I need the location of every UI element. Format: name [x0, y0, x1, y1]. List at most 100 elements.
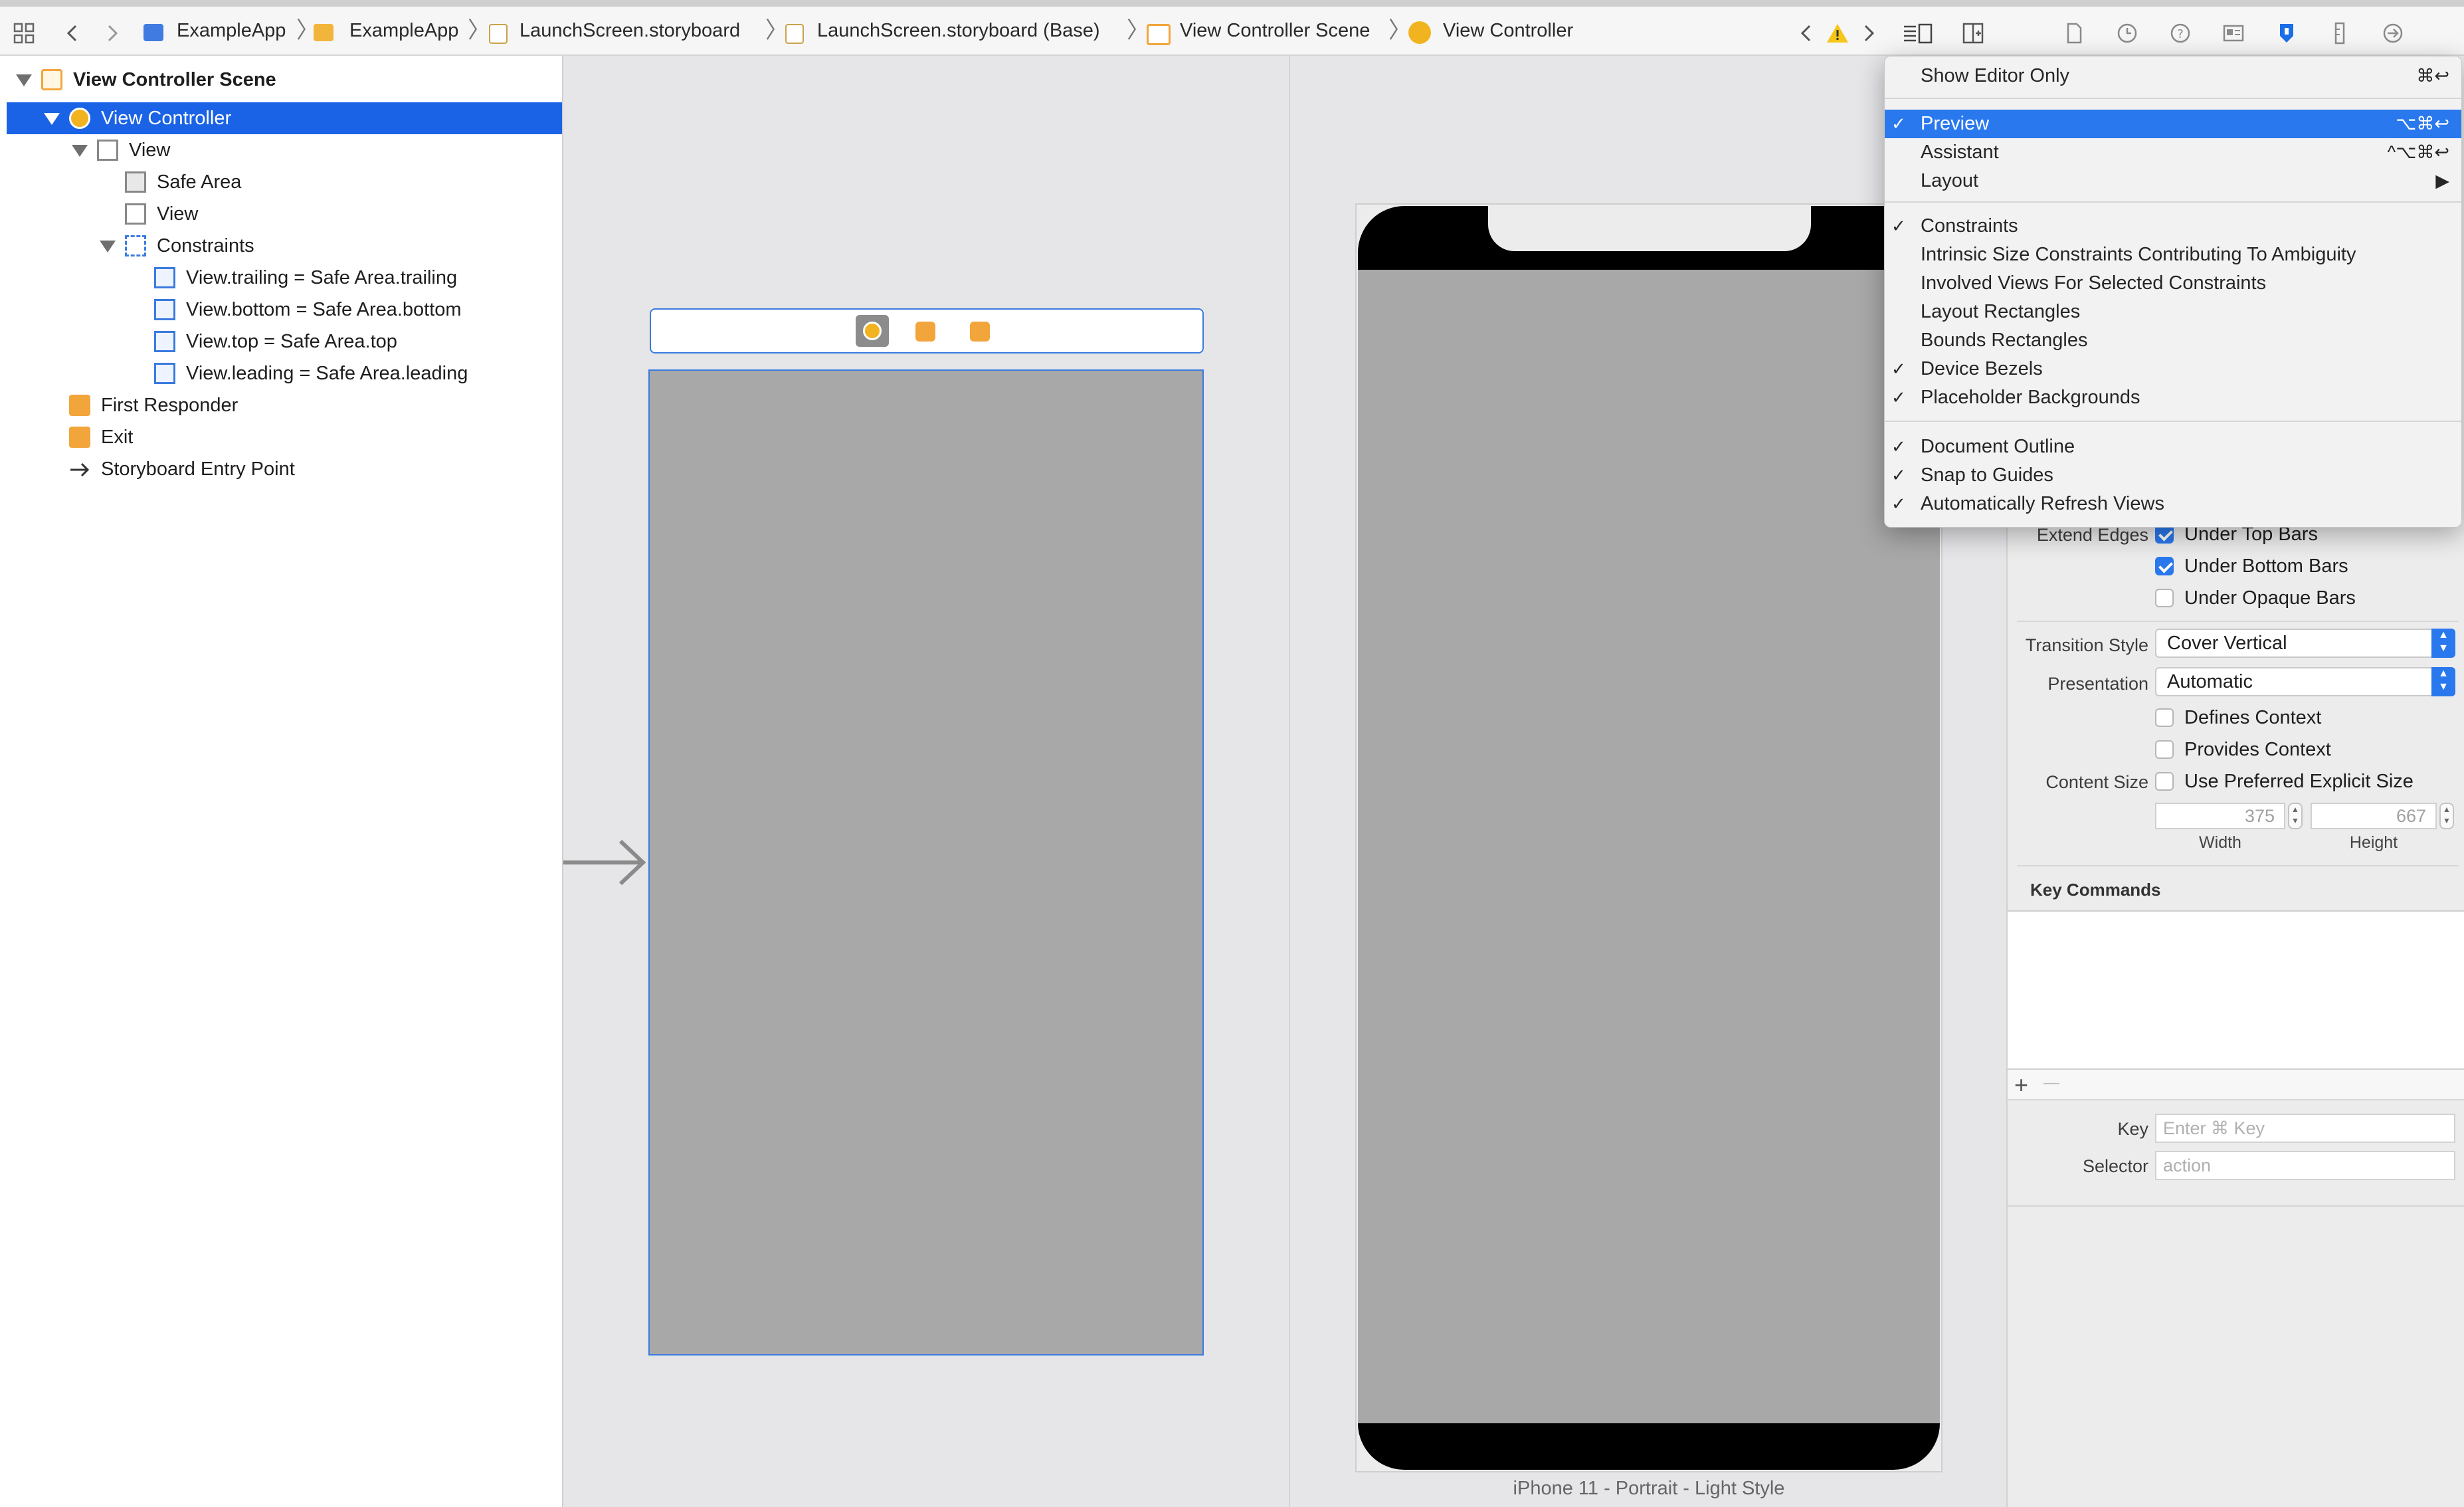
defines-context-checkbox[interactable]	[2155, 708, 2174, 727]
editor-options-icon[interactable]	[1901, 21, 1935, 45]
view-icon	[97, 140, 118, 161]
outline-item-entry-point[interactable]: Storyboard Entry Point	[7, 453, 562, 485]
disclosure-triangle-icon[interactable]	[72, 145, 88, 157]
presentation-popup[interactable]: Automatic ▲ ▼	[2155, 667, 2455, 696]
disclosure-triangle-icon[interactable]	[44, 113, 60, 125]
provides-context-label: Provides Context	[2184, 739, 2331, 760]
selector-input[interactable]: action	[2155, 1151, 2455, 1180]
menu-item-involved-views[interactable]: Involved Views For Selected Constraints	[1885, 269, 2461, 298]
storyboard-entry-arrow[interactable]	[563, 836, 651, 889]
outline-item-constraints[interactable]: Constraints	[7, 230, 562, 262]
next-issue-chevron-icon[interactable]	[1856, 21, 1880, 45]
menu-item-document-outline[interactable]: ✓ Document Outline	[1885, 433, 2461, 461]
previous-issue-chevron-icon[interactable]	[1795, 21, 1819, 45]
outline-item-subview[interactable]: View	[7, 198, 562, 230]
outline-item-label: View.top = Safe Area.top	[186, 331, 397, 352]
disclosure-triangle-icon[interactable]	[16, 74, 32, 86]
add-key-command-button[interactable]: +	[2014, 1071, 2028, 1099]
transition-style-popup[interactable]: Cover Vertical ▲ ▼	[2155, 629, 2455, 658]
height-stepper[interactable]: ▲ ▼	[2439, 803, 2454, 829]
first-responder-icon[interactable]	[915, 322, 935, 342]
key-commands-table[interactable]	[2008, 910, 2464, 1070]
breadcrumb-storyboard-base[interactable]: LaunchScreen.storyboard (Base)	[817, 7, 1100, 54]
attributes-inspector-icon[interactable]	[2275, 21, 2299, 45]
outline-item-constraint-bottom[interactable]: View.bottom = Safe Area.bottom	[7, 294, 562, 326]
menu-item-label: Intrinsic Size Constraints Contributing …	[1921, 244, 2356, 265]
connections-inspector-icon[interactable]	[2381, 21, 2405, 45]
add-editor-icon[interactable]	[1961, 21, 1985, 45]
under-top-bars-checkbox[interactable]	[2155, 525, 2174, 544]
menu-item-auto-refresh-views[interactable]: ✓ Automatically Refresh Views	[1885, 490, 2461, 518]
preview-screen	[1358, 270, 1940, 1423]
scene-dock[interactable]	[650, 308, 1204, 353]
breadcrumb-scene[interactable]: View Controller Scene	[1180, 7, 1370, 54]
outline-item-label: Storyboard Entry Point	[101, 458, 295, 480]
breadcrumb-view-controller[interactable]: View Controller	[1443, 7, 1573, 54]
exit-icon[interactable]	[970, 322, 990, 342]
back-chevron-icon[interactable]	[61, 21, 85, 45]
menu-item-preview[interactable]: ✓ Preview ⌥⌘↩	[1885, 110, 2461, 138]
disclosure-triangle-icon[interactable]	[100, 241, 116, 252]
menu-item-device-bezels[interactable]: ✓ Device Bezels	[1885, 355, 2461, 383]
outline-item-scene[interactable]: View Controller Scene	[7, 64, 562, 96]
menu-item-assistant[interactable]: Assistant ^⌥⌘↩	[1885, 138, 2461, 167]
outline-item-label: View Controller Scene	[73, 69, 276, 90]
canvas-preview-divider[interactable]	[1289, 56, 1290, 1507]
view-controller-dock-icon[interactable]	[856, 315, 889, 347]
menu-item-label: Device Bezels	[1921, 358, 2043, 379]
device-preview-frame	[1355, 203, 1943, 1472]
outline-item-first-responder[interactable]: First Responder	[7, 389, 562, 421]
menu-item-show-editor-only[interactable]: Show Editor Only ⌘↩	[1885, 62, 2461, 90]
view-controller-icon	[69, 108, 90, 129]
outline-item-exit[interactable]: Exit	[7, 421, 562, 453]
menu-item-bounds-rectangles[interactable]: Bounds Rectangles	[1885, 326, 2461, 355]
view-icon	[125, 203, 146, 225]
checkmark-icon: ✓	[1891, 359, 1906, 379]
size-inspector-icon[interactable]	[2328, 21, 2352, 45]
menu-item-constraints[interactable]: ✓ Constraints	[1885, 212, 2461, 241]
related-items-grid-icon[interactable]	[12, 21, 36, 45]
outline-item-constraint-trailing[interactable]: View.trailing = Safe Area.trailing	[7, 262, 562, 294]
history-inspector-icon[interactable]	[2115, 21, 2139, 45]
under-opaque-bars-checkbox[interactable]	[2155, 589, 2174, 607]
popup-arrows-icon: ▲ ▼	[2431, 667, 2455, 696]
warning-icon[interactable]	[1826, 21, 1849, 45]
menu-item-snap-to-guides[interactable]: ✓ Snap to Guides	[1885, 461, 2461, 490]
identity-inspector-icon[interactable]	[2222, 21, 2245, 45]
use-preferred-size-checkbox[interactable]	[2155, 772, 2174, 791]
provides-context-checkbox[interactable]	[2155, 740, 2174, 759]
outline-item-view[interactable]: View	[7, 134, 562, 166]
content-height-field[interactable]: 667	[2311, 803, 2437, 829]
breadcrumb-storyboard[interactable]: LaunchScreen.storyboard	[520, 7, 740, 54]
content-width-field[interactable]: 375	[2155, 803, 2285, 829]
menu-item-layout[interactable]: Layout ▶	[1885, 167, 2461, 195]
outline-item-safe-area[interactable]: Safe Area	[7, 166, 562, 198]
editor-options-menu: Show Editor Only ⌘↩ ✓ Preview ⌥⌘↩ Assist…	[1884, 56, 2462, 528]
outline-item-view-controller[interactable]: View Controller	[7, 102, 562, 134]
menu-item-label: Assistant	[1921, 142, 1999, 163]
menu-item-layout-rectangles[interactable]: Layout Rectangles	[1885, 298, 2461, 326]
outline-item-constraint-top[interactable]: View.top = Safe Area.top	[7, 326, 562, 357]
popup-arrows-icon: ▲ ▼	[2431, 629, 2455, 658]
safe-area-icon	[125, 171, 146, 193]
width-stepper[interactable]: ▲ ▼	[2288, 803, 2303, 829]
breadcrumb-folder[interactable]: ExampleApp	[349, 7, 458, 54]
file-inspector-icon[interactable]	[2062, 21, 2086, 45]
breadcrumb-project[interactable]: ExampleApp	[177, 7, 286, 54]
window-top-strip	[0, 0, 2464, 7]
menu-item-intrinsic-size-constraints[interactable]: Intrinsic Size Constraints Contributing …	[1885, 241, 2461, 269]
quick-help-icon[interactable]: ?	[2168, 21, 2192, 45]
svg-text:?: ?	[2177, 27, 2184, 41]
content-size-label: Content Size	[2045, 772, 2148, 792]
under-bottom-bars-checkbox[interactable]	[2155, 557, 2174, 575]
breadcrumb-separator: 〉	[1388, 18, 1411, 43]
forward-chevron-icon[interactable]	[100, 21, 124, 45]
breadcrumb-separator: 〉	[468, 18, 490, 43]
key-input[interactable]: Enter ⌘ Key	[2155, 1114, 2455, 1143]
remove-key-command-button[interactable]: —	[2043, 1074, 2059, 1092]
view-controller-canvas[interactable]	[648, 369, 1204, 1356]
checkmark-icon: ✓	[1891, 114, 1906, 134]
constraint-bottom-icon	[154, 299, 175, 320]
menu-item-placeholder-backgrounds[interactable]: ✓ Placeholder Backgrounds	[1885, 383, 2461, 412]
outline-item-constraint-leading[interactable]: View.leading = Safe Area.leading	[7, 357, 562, 389]
